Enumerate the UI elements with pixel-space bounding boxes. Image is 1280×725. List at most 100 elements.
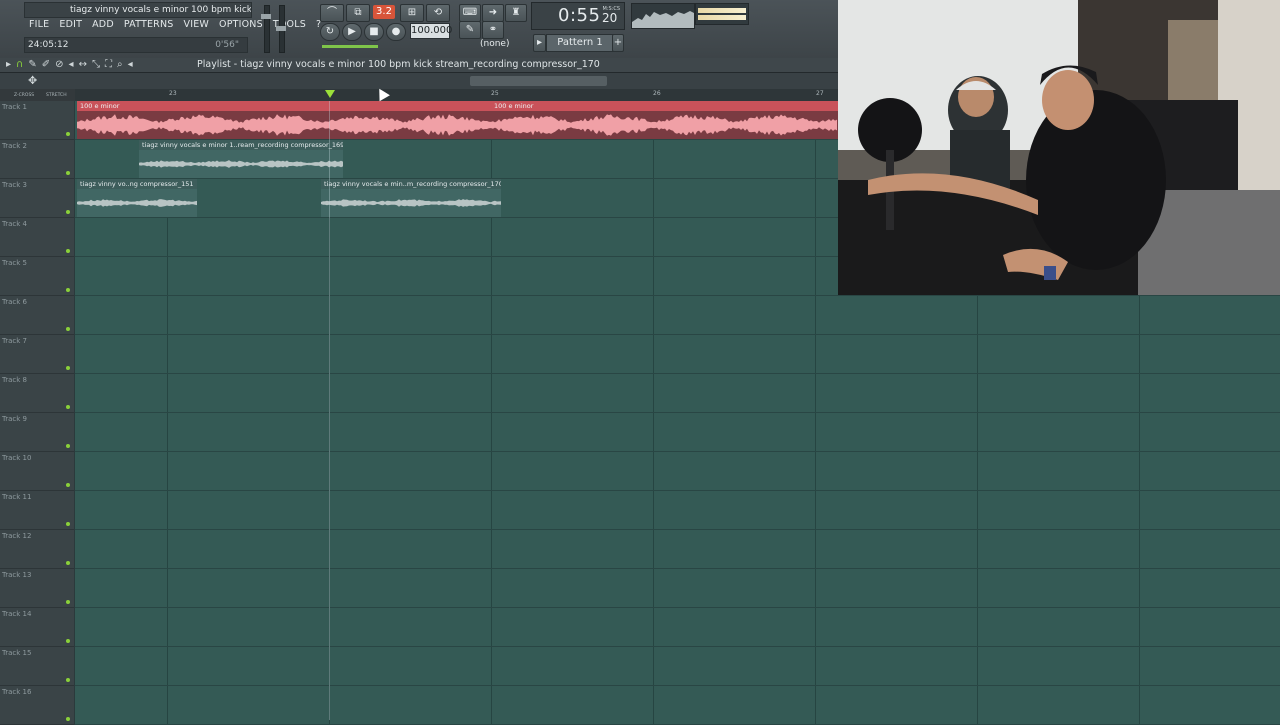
track-header[interactable]: Track 14 bbox=[0, 608, 74, 647]
magnet-icon[interactable]: ∩ bbox=[16, 59, 23, 70]
scrollbar-thumb[interactable] bbox=[470, 76, 607, 86]
pattern-prev-icon[interactable]: ▸ bbox=[533, 34, 546, 52]
track-mute-led[interactable] bbox=[66, 600, 70, 604]
track-mute-led[interactable] bbox=[66, 171, 70, 175]
track-lane[interactable] bbox=[75, 374, 1280, 413]
audio-clip[interactable]: tiagz vinny vocals e minor 1..ream_recor… bbox=[139, 140, 343, 178]
pencil-icon[interactable]: ✎ bbox=[459, 21, 481, 39]
grid-line bbox=[977, 374, 978, 412]
track-header[interactable]: Track 8 bbox=[0, 374, 74, 413]
track-mute-led[interactable] bbox=[66, 444, 70, 448]
tempo-display[interactable]: 100.000 bbox=[410, 23, 452, 39]
track-header[interactable]: Track 12 bbox=[0, 530, 74, 569]
track-header[interactable]: Track 7 bbox=[0, 335, 74, 374]
move-icon[interactable]: ✥ bbox=[28, 74, 37, 87]
mute-tool-icon[interactable]: ◂ bbox=[69, 59, 74, 70]
track-mute-led[interactable] bbox=[66, 717, 70, 721]
zcross-label[interactable]: Z-CROSS bbox=[14, 93, 34, 98]
pattern-song-toggle-icon[interactable]: ↻ bbox=[320, 23, 340, 41]
track-mute-led[interactable] bbox=[66, 483, 70, 487]
arrow-right-icon[interactable]: ➜ bbox=[482, 4, 504, 22]
slip-tool-icon[interactable]: ↔ bbox=[79, 59, 87, 70]
menu-edit[interactable]: EDIT bbox=[54, 18, 87, 32]
track-lane[interactable] bbox=[75, 491, 1280, 530]
track-lane[interactable] bbox=[75, 413, 1280, 452]
audio-clip[interactable]: tiagz vinny vo..ng compressor_151 bbox=[77, 179, 197, 217]
menu-add[interactable]: ADD bbox=[87, 18, 119, 32]
track-header[interactable]: Track 13 bbox=[0, 569, 74, 608]
track-header[interactable]: Track 16 bbox=[0, 686, 74, 725]
track-lane[interactable] bbox=[75, 647, 1280, 686]
track-lane[interactable] bbox=[75, 608, 1280, 647]
track-mute-led[interactable] bbox=[66, 210, 70, 214]
draw-tool-icon[interactable]: ✎ bbox=[28, 59, 36, 70]
track-mute-led[interactable] bbox=[66, 639, 70, 643]
pattern-selector[interactable]: Pattern 1 bbox=[546, 34, 614, 52]
playlist-menu-icon[interactable]: ▸ bbox=[6, 59, 11, 70]
paint-tool-icon[interactable]: ✐ bbox=[42, 59, 50, 70]
track-header[interactable]: Track 2 bbox=[0, 140, 74, 179]
track-row: Track 11 bbox=[0, 491, 1280, 530]
grid-line bbox=[491, 140, 492, 178]
metronome-bell-icon[interactable]: ♜ bbox=[505, 4, 527, 22]
track-header[interactable]: Track 4 bbox=[0, 218, 74, 257]
track-lane[interactable] bbox=[75, 452, 1280, 491]
track-mute-led[interactable] bbox=[66, 288, 70, 292]
master-volume-slider[interactable] bbox=[261, 5, 271, 53]
play-icon[interactable]: ▶ bbox=[342, 23, 362, 41]
track-mute-led[interactable] bbox=[66, 327, 70, 331]
track-name: Track 8 bbox=[2, 376, 27, 384]
time-display[interactable]: 0:55 20 M:S:CS bbox=[531, 2, 625, 30]
pattern-add-icon[interactable]: + bbox=[612, 34, 624, 52]
playhead-marker[interactable] bbox=[325, 90, 335, 98]
stretch-label[interactable]: STRETCH bbox=[46, 93, 67, 98]
track-lane[interactable] bbox=[75, 335, 1280, 374]
wait-input-icon[interactable]: ⧉ bbox=[346, 4, 370, 22]
step-edit-icon[interactable]: ⊞ bbox=[400, 4, 424, 22]
song-position-slider[interactable] bbox=[322, 45, 378, 48]
menu-patterns[interactable]: PATTERNS bbox=[119, 18, 179, 32]
audio-clip[interactable]: 100 e minor bbox=[491, 101, 838, 139]
select-tool-icon[interactable]: ⛶ bbox=[105, 59, 112, 70]
stop-icon[interactable]: ■ bbox=[364, 23, 384, 41]
track-header[interactable]: Track 5 bbox=[0, 257, 74, 296]
track-mute-led[interactable] bbox=[66, 249, 70, 253]
audio-clip[interactable]: 100 e minor bbox=[77, 101, 491, 139]
track-lane[interactable] bbox=[75, 569, 1280, 608]
track-lane[interactable] bbox=[75, 296, 1280, 335]
snap-selector[interactable]: (none) bbox=[480, 39, 509, 49]
time-main: 0:55 bbox=[558, 5, 601, 26]
track-mute-led[interactable] bbox=[66, 678, 70, 682]
track-header[interactable]: Track 6 bbox=[0, 296, 74, 335]
record-icon[interactable]: ● bbox=[386, 23, 406, 41]
menu-options[interactable]: OPTIONS bbox=[214, 18, 268, 32]
track-mute-led[interactable] bbox=[66, 405, 70, 409]
playback-tool-icon[interactable]: ◂ bbox=[128, 59, 133, 70]
audio-clip[interactable]: tiagz vinny vocals e min..m_recording co… bbox=[321, 179, 501, 217]
menu-file[interactable]: FILE bbox=[24, 18, 54, 32]
playlist-scrollbar[interactable]: ✥ bbox=[0, 73, 838, 89]
countdown-button[interactable]: 3.2 bbox=[373, 5, 395, 19]
loop-record-icon[interactable]: ⟲ bbox=[426, 4, 450, 22]
track-mute-led[interactable] bbox=[66, 561, 70, 565]
link-icon[interactable]: ⚭ bbox=[482, 21, 504, 39]
slice-tool-icon[interactable]: ⤡ bbox=[92, 59, 100, 70]
metronome-icon[interactable]: ⌒ bbox=[320, 4, 344, 22]
menu-tools[interactable]: TOOLS bbox=[268, 18, 311, 32]
menu-view[interactable]: VIEW bbox=[179, 18, 215, 32]
zoom-tool-icon[interactable]: ⌕ bbox=[117, 59, 123, 70]
delete-tool-icon[interactable]: ⊘ bbox=[55, 59, 63, 70]
track-header[interactable]: Track 15 bbox=[0, 647, 74, 686]
track-mute-led[interactable] bbox=[66, 522, 70, 526]
typing-keyboard-icon[interactable]: ⌨ bbox=[459, 4, 481, 22]
track-lane[interactable] bbox=[75, 686, 1280, 725]
track-header[interactable]: Track 9 bbox=[0, 413, 74, 452]
master-pitch-slider[interactable] bbox=[276, 5, 286, 53]
track-header[interactable]: Track 1 bbox=[0, 101, 74, 140]
track-mute-led[interactable] bbox=[66, 366, 70, 370]
track-header[interactable]: Track 3 bbox=[0, 179, 74, 218]
track-header[interactable]: Track 10 bbox=[0, 452, 74, 491]
track-header[interactable]: Track 11 bbox=[0, 491, 74, 530]
track-lane[interactable] bbox=[75, 530, 1280, 569]
track-mute-led[interactable] bbox=[66, 132, 70, 136]
